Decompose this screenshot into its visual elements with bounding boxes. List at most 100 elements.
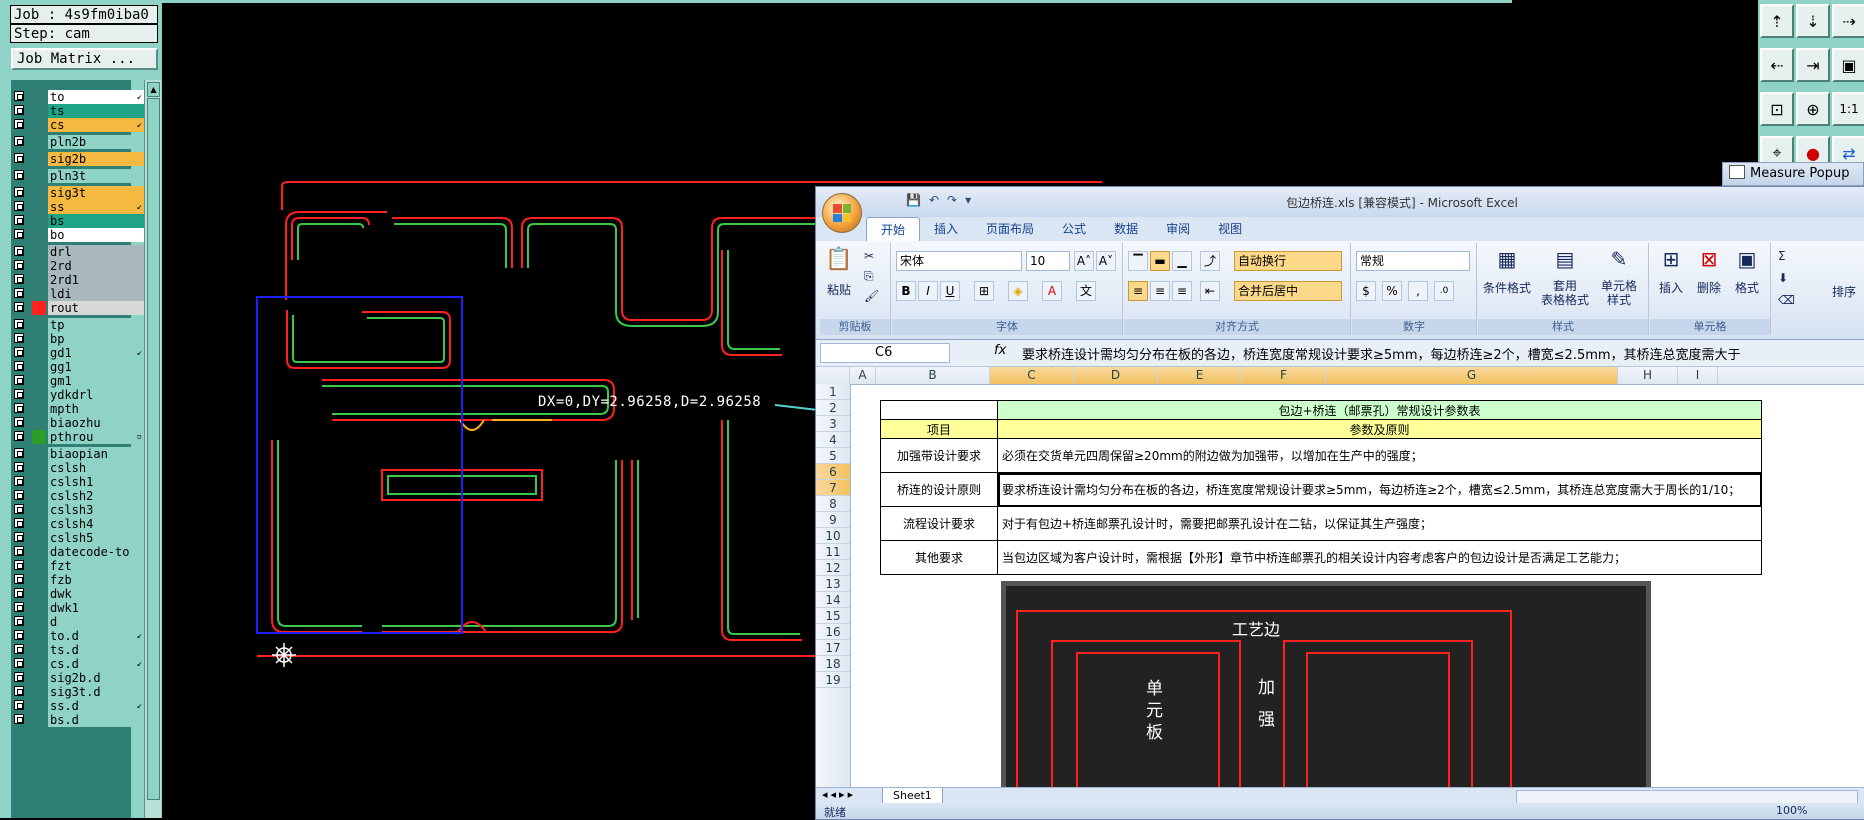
layer-color-swatch[interactable] <box>32 152 46 166</box>
layer-name[interactable]: sig3t <box>48 186 144 200</box>
layer-checkbox[interactable] <box>14 229 24 239</box>
bold-icon[interactable]: B <box>896 281 916 301</box>
layer-name[interactable]: drl <box>48 245 144 259</box>
layer-color-swatch[interactable] <box>32 559 46 573</box>
layer-name[interactable]: sig3t.d <box>48 685 144 699</box>
layer-color-swatch[interactable] <box>32 713 46 727</box>
layer-name[interactable]: gm1 <box>48 374 144 388</box>
layer-name[interactable]: bs.d <box>48 713 144 727</box>
row-header[interactable]: 11 <box>816 544 850 560</box>
move-right-icon[interactable]: ⇢ <box>1832 4 1864 38</box>
layer-name[interactable]: pln2b <box>48 135 144 149</box>
conditional-format-icon[interactable]: ▦ <box>1484 247 1530 271</box>
layer-checkbox[interactable] <box>14 274 24 284</box>
align-center-icon[interactable]: ≡ <box>1150 281 1170 301</box>
layer-checkbox[interactable] <box>14 361 24 371</box>
layer-name[interactable]: gg1 <box>48 360 144 374</box>
layer-name[interactable]: ldi <box>48 287 144 301</box>
insert-function-icon[interactable]: fx <box>994 343 1006 358</box>
sort-filter-button[interactable]: 排序 <box>1832 283 1856 300</box>
row-header[interactable]: 15 <box>816 608 850 624</box>
percent-icon[interactable]: % <box>1382 281 1402 301</box>
layer-name[interactable]: cslsh3 <box>48 503 144 517</box>
layer-name[interactable]: ss.d ↙ <box>48 699 144 713</box>
layer-color-swatch[interactable] <box>32 228 46 242</box>
layer-list-scrollbar[interactable]: ▲ <box>144 80 161 818</box>
layer-checkbox[interactable] <box>14 333 24 343</box>
orientation-icon[interactable]: ⤴ <box>1200 251 1220 271</box>
grow-font-icon[interactable]: A˄ <box>1074 251 1094 271</box>
layer-checkbox[interactable] <box>14 700 24 710</box>
column-header[interactable]: H <box>1618 367 1678 384</box>
layer-color-swatch[interactable] <box>32 118 46 132</box>
layer-checkbox[interactable] <box>14 403 24 413</box>
ribbon-tab[interactable]: 数据 <box>1100 217 1152 241</box>
move-down-icon[interactable]: ⇣ <box>1796 4 1830 38</box>
row-header[interactable]: 18 <box>816 656 850 672</box>
layer-checkbox[interactable] <box>14 347 24 357</box>
layer-color-swatch[interactable] <box>32 531 46 545</box>
insert-cells-icon[interactable]: ⊞ <box>1656 247 1686 271</box>
align-top-icon[interactable]: ▔ <box>1128 251 1148 271</box>
paste-icon[interactable]: 📋 <box>824 247 854 272</box>
fill-icon[interactable]: ⬇ <box>1778 271 1788 285</box>
layer-color-swatch[interactable] <box>32 517 46 531</box>
conditional-format-button[interactable]: 条件格式 <box>1478 279 1536 296</box>
formula-input[interactable]: 要求桥连设计需均匀分布在板的各边，桥连宽度常规设计要求≥5mm，每边桥连≥2个，… <box>1022 344 1741 363</box>
font-size-select[interactable]: 10 <box>1026 251 1070 271</box>
layer-color-swatch[interactable] <box>32 699 46 713</box>
layer-color-swatch[interactable] <box>32 169 46 183</box>
layer-name[interactable]: ydkdrl <box>48 388 144 402</box>
layer-color-swatch[interactable] <box>32 90 46 104</box>
insert-cells-button[interactable]: 插入 <box>1656 279 1686 296</box>
layer-name[interactable]: cs.d ↙ <box>48 657 144 671</box>
layer-name[interactable]: to ↙ <box>48 90 144 104</box>
wrap-text-button[interactable]: 自动换行 <box>1234 251 1342 271</box>
layer-checkbox[interactable] <box>14 518 24 528</box>
layer-name[interactable]: sig2b <box>48 152 144 166</box>
layer-name[interactable]: pln3t <box>48 169 144 183</box>
font-name-select[interactable]: 宋体 <box>896 251 1022 271</box>
scale-one-to-one-icon[interactable]: 1:1 <box>1832 92 1864 126</box>
layer-color-swatch[interactable] <box>32 447 46 461</box>
column-header[interactable]: A <box>850 367 876 384</box>
row-item-label[interactable]: 流程设计要求 <box>880 506 998 541</box>
row-item-label[interactable]: 其他要求 <box>880 540 998 575</box>
layer-color-swatch[interactable] <box>32 245 46 259</box>
format-painter-icon[interactable]: 🖌 <box>864 289 879 303</box>
column-header[interactable]: G <box>1326 367 1618 384</box>
layer-checkbox[interactable] <box>14 672 24 682</box>
italic-icon[interactable]: I <box>918 281 938 301</box>
row-header[interactable]: 7 <box>816 480 850 496</box>
row-header[interactable]: 8 <box>816 496 850 512</box>
layer-checkbox[interactable] <box>14 91 24 101</box>
layer-color-swatch[interactable] <box>32 629 46 643</box>
clear-icon[interactable]: ⌫ <box>1778 293 1795 307</box>
font-color-icon[interactable]: A <box>1042 281 1062 301</box>
column-header[interactable]: D <box>1074 367 1158 384</box>
layer-color-swatch[interactable] <box>32 545 46 559</box>
layer-name[interactable]: biaozhu <box>48 416 144 430</box>
layer-color-swatch[interactable] <box>32 332 46 346</box>
layer-checkbox[interactable] <box>14 170 24 180</box>
align-left-icon[interactable]: ≡ <box>1128 281 1148 301</box>
layer-checkbox[interactable] <box>14 574 24 584</box>
row-param-text[interactable]: 当包边区域为客户设计时，需根据【外形】章节中桥连邮票孔的相关设计内容考虑客户的包… <box>997 540 1762 575</box>
layer-name[interactable]: cslsh <box>48 461 144 475</box>
qat-dropdown-icon[interactable]: ▾ <box>965 193 971 211</box>
layer-checkbox[interactable] <box>14 375 24 385</box>
layer-name[interactable]: cslsh1 <box>48 475 144 489</box>
layer-name[interactable]: ss ↙ <box>48 200 144 214</box>
comma-icon[interactable]: , <box>1408 281 1428 301</box>
layer-checkbox[interactable] <box>14 288 24 298</box>
layer-checkbox[interactable] <box>14 153 24 163</box>
align-right-icon[interactable]: ≡ <box>1172 281 1192 301</box>
layer-checkbox[interactable] <box>14 532 24 542</box>
column-header[interactable]: I <box>1678 367 1718 384</box>
excel-titlebar[interactable]: 💾 ↶ ↷ ▾ 包边桥连.xls [兼容模式] - Microsoft Exce… <box>816 187 1864 217</box>
layer-color-swatch[interactable] <box>32 259 46 273</box>
row-param-text[interactable]: 必须在交货单元四周保留≥20mm的附边做为加强带，以增加在生产中的强度； <box>997 438 1762 473</box>
layer-checkbox[interactable] <box>14 588 24 598</box>
layer-color-swatch[interactable] <box>32 657 46 671</box>
delete-cells-button[interactable]: 删除 <box>1694 279 1724 296</box>
